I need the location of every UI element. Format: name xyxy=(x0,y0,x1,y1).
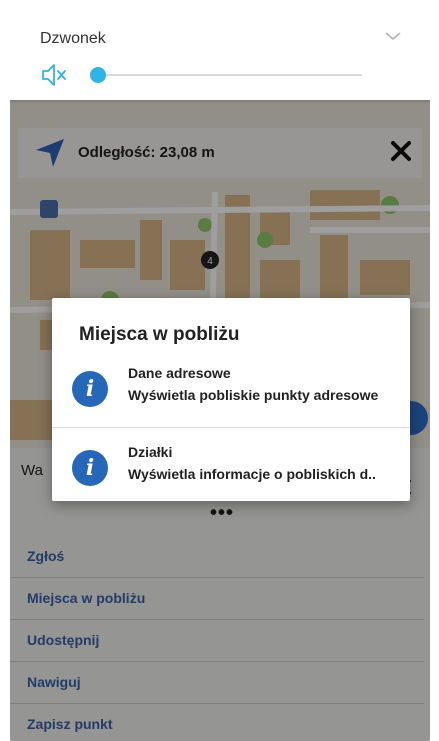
option-subtitle: Wyświetla informacje o pobliskich d.. xyxy=(128,466,376,482)
option-parcels[interactable]: i Działki Wyświetla informacje o poblisk… xyxy=(52,434,410,506)
volume-label: Dzwonek xyxy=(40,30,106,47)
option-title: Dane adresowe xyxy=(128,365,231,381)
volume-slider-track[interactable] xyxy=(98,74,362,76)
info-icon: i xyxy=(72,371,108,407)
option-title: Działki xyxy=(128,444,173,460)
volume-panel: Dzwonek xyxy=(10,8,430,100)
nearby-places-dialog: Miejsca w pobliżu i Dane adresowe Wyświe… xyxy=(52,298,410,501)
volume-slider-thumb[interactable] xyxy=(90,67,106,83)
option-subtitle: Wyświetla pobliskie punkty adresowe xyxy=(128,387,379,403)
volume-mute-icon[interactable] xyxy=(40,62,68,88)
dialog-title: Miejsca w pobliżu xyxy=(79,324,240,345)
option-address-data[interactable]: i Dane adresowe Wyświetla pobliskie punk… xyxy=(52,355,410,427)
info-icon: i xyxy=(72,450,108,486)
phone-screen: 4 Odległość: 23,08 m Wa ••• Zgłoś Miejsc… xyxy=(10,8,430,741)
divider xyxy=(52,427,410,428)
chevron-down-icon[interactable] xyxy=(384,30,402,42)
